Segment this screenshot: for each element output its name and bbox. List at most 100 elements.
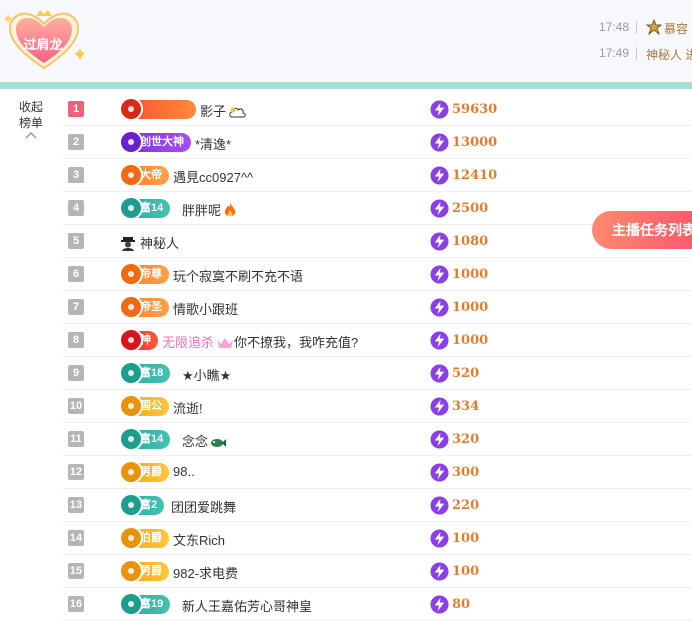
anchor-task-list-button[interactable]: 主播任务列表 bbox=[592, 211, 692, 249]
lightning-icon bbox=[430, 496, 449, 515]
username[interactable]: 无限追杀 你不撩我，我咋充值? bbox=[162, 332, 358, 351]
rank-number: 13 bbox=[68, 497, 84, 513]
username-prefix: 无限追杀 bbox=[162, 335, 215, 350]
score-value: 220 bbox=[452, 498, 480, 513]
username[interactable]: 新人王嘉佑芳心哥神皇 bbox=[182, 596, 312, 615]
ranking-row[interactable]: 15 男爵 982-求电费 100 bbox=[62, 555, 692, 588]
rank-number: 4 bbox=[68, 200, 84, 216]
divider bbox=[0, 82, 692, 89]
username[interactable]: *清逸* bbox=[195, 134, 231, 153]
username[interactable]: 团团爱跳舞 bbox=[171, 497, 236, 516]
score-value: 520 bbox=[452, 366, 480, 381]
ranking-row[interactable]: 7 帝圣 情歌小跟班 1000 bbox=[62, 291, 692, 324]
chat-time: 17:49 bbox=[599, 46, 630, 60]
level-badge: 富14 bbox=[119, 196, 171, 220]
lightning-icon bbox=[430, 298, 449, 317]
lightning-icon bbox=[430, 562, 449, 581]
fire-emoji-icon bbox=[224, 203, 236, 217]
ranking-row[interactable]: 1 影子 59630 bbox=[62, 93, 692, 126]
score-value: 334 bbox=[452, 399, 480, 414]
score-value: 100 bbox=[452, 531, 480, 546]
username[interactable]: 982-求电费 bbox=[173, 563, 238, 582]
level-badge-label: 大帝 bbox=[140, 169, 162, 181]
level-badge-label: 帝尊 bbox=[140, 268, 162, 280]
top-bar: 过肩龙 17:48 慕容 17:49 神秘人 进 bbox=[0, 0, 692, 82]
level-badge-icon bbox=[119, 295, 143, 319]
level-badge-icon bbox=[119, 130, 143, 154]
rank-number: 14 bbox=[68, 530, 84, 546]
username-text: 胖胖呢 bbox=[182, 203, 222, 218]
rank-number: 2 bbox=[68, 134, 84, 150]
level-badge: 男爵 bbox=[119, 559, 169, 583]
rank-number: 1 bbox=[68, 101, 84, 117]
level-badge: 富14 bbox=[119, 427, 171, 451]
lightning-icon bbox=[430, 397, 449, 416]
score-value: 59630 bbox=[452, 102, 498, 117]
level-badge-icon bbox=[119, 361, 143, 385]
username[interactable]: 98.. bbox=[173, 464, 195, 479]
level-badge: 大帝 bbox=[119, 163, 169, 187]
chat-username[interactable]: 神秘人 进 bbox=[646, 46, 692, 63]
username-text: 念念 bbox=[182, 434, 209, 449]
username[interactable]: 玩个寂寞不刷不充不语 bbox=[173, 266, 303, 285]
level-badge-icon bbox=[119, 559, 143, 583]
lightning-icon bbox=[430, 529, 449, 548]
ranking-row[interactable]: 13 富2 团团爱跳舞 220 bbox=[62, 489, 692, 522]
lightning-icon bbox=[430, 463, 449, 482]
username-text: 影子 bbox=[200, 104, 227, 119]
chat-username[interactable]: 慕容 bbox=[664, 20, 688, 37]
level-badge-icon bbox=[119, 394, 143, 418]
level-badge-icon bbox=[119, 328, 143, 352]
crown-icon bbox=[217, 338, 234, 348]
username[interactable]: 文东Rich bbox=[173, 530, 225, 549]
username-text: 982-求电费 bbox=[173, 566, 239, 581]
username[interactable]: 胖胖呢 bbox=[182, 200, 237, 219]
ranking-row[interactable]: 3 大帝 遇見cc0927^^ 12410 bbox=[62, 159, 692, 192]
username[interactable]: 影子 bbox=[200, 101, 246, 120]
level-badge: 男爵 bbox=[119, 460, 169, 484]
ranking-row[interactable]: 2 创世大神 *清逸* 13000 bbox=[62, 126, 692, 159]
heart-badge: 过肩龙 bbox=[3, 8, 86, 72]
ranking-row[interactable]: 6 帝尊 玩个寂寞不刷不充不语 1000 bbox=[62, 258, 692, 291]
collapse-label: 收起 bbox=[18, 100, 43, 114]
username[interactable]: 遇見cc0927^^ bbox=[173, 167, 253, 186]
level-badge-icon bbox=[119, 460, 143, 484]
rank-number: 8 bbox=[68, 332, 84, 348]
ranking-row[interactable]: 16 富19 新人王嘉佑芳心哥神皇 80 bbox=[62, 588, 692, 621]
score-value: 80 bbox=[452, 597, 471, 612]
level-badge: 神 bbox=[119, 328, 158, 352]
rank-number: 10 bbox=[68, 398, 84, 414]
ranking-row[interactable]: 14 伯爵 文东Rich 100 bbox=[62, 522, 692, 555]
lightning-icon bbox=[430, 331, 449, 350]
username[interactable]: 情歌小跟班 bbox=[173, 299, 238, 318]
ranking-row[interactable]: 9 富18 ★小瞧★ 520 bbox=[62, 357, 692, 390]
level-badge-label: 男爵 bbox=[140, 466, 162, 478]
ranking-row[interactable]: 10 国公 流逝! 334 bbox=[62, 390, 692, 423]
score-value: 1000 bbox=[452, 300, 489, 315]
level-badge-icon bbox=[119, 427, 143, 451]
username[interactable]: 神秘人 bbox=[120, 233, 179, 252]
level-badge-icon bbox=[119, 97, 143, 121]
anonymous-user-icon bbox=[121, 237, 135, 251]
username[interactable]: 念念 bbox=[182, 431, 227, 450]
ranking-row[interactable]: 12 男爵 98.. 300 bbox=[62, 456, 692, 489]
ranking-list: 1 影子 59630 2 创世大神 *清逸* 13000 3 大帝 遇見cc0927^^ 12410… bbox=[62, 93, 692, 621]
lightning-icon bbox=[430, 133, 449, 152]
lightning-icon bbox=[430, 595, 449, 614]
username[interactable]: 流逝! bbox=[173, 398, 203, 417]
level-badge bbox=[119, 97, 196, 121]
ranking-row[interactable]: 8 神无限追杀 你不撩我，我咋充值? 1000 bbox=[62, 324, 692, 357]
username[interactable]: ★小瞧★ bbox=[182, 365, 231, 384]
ranking-row[interactable]: 11 富14 念念 320 bbox=[62, 423, 692, 456]
level-badge: 国公 bbox=[119, 394, 169, 418]
chat-separator bbox=[636, 21, 637, 34]
level-badge-label: 国公 bbox=[140, 400, 162, 412]
username-text: ★小瞧★ bbox=[182, 368, 232, 383]
level-badge-icon bbox=[119, 592, 143, 616]
score-value: 1000 bbox=[452, 267, 489, 282]
rank-number: 5 bbox=[68, 233, 84, 249]
level-badge-icon bbox=[119, 196, 143, 220]
score-value: 1080 bbox=[452, 234, 489, 249]
collapse-ranking-button[interactable]: 收起 榜单 bbox=[6, 99, 56, 139]
rank-number: 6 bbox=[68, 266, 84, 282]
